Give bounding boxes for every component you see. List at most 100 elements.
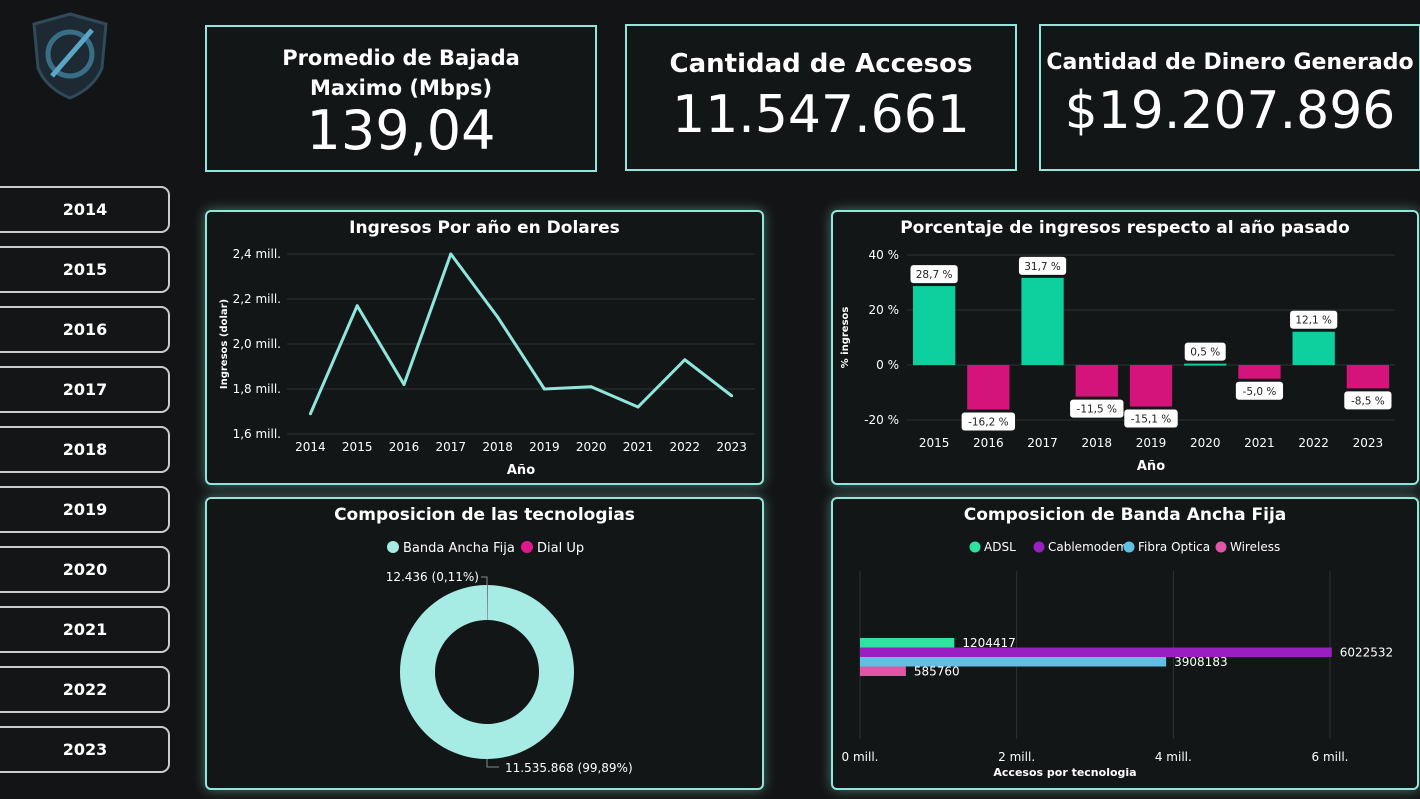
kpi-dinero-value: $19.207.896 — [1064, 81, 1396, 141]
bar — [1129, 365, 1173, 407]
bar — [1238, 365, 1281, 379]
x-tick-label: 2 mill. — [998, 750, 1035, 764]
x-tick-label: 2018 — [1082, 436, 1113, 450]
data-label: 585760 — [914, 665, 960, 679]
y-tick-label: 1,6 mill. — [233, 427, 281, 441]
legend-marker — [1215, 541, 1227, 553]
legend-label: Cablemodem — [1048, 540, 1128, 554]
series-line — [309, 252, 733, 415]
legend-marker — [387, 541, 399, 553]
data-point — [496, 315, 500, 319]
y-tick-label: 2,4 mill. — [233, 247, 281, 261]
y-tick-label: 2,0 mill. — [233, 337, 281, 351]
year-button-2018[interactable]: 2018 — [0, 426, 170, 473]
x-tick-label: 2018 — [482, 440, 513, 454]
leader-line — [486, 759, 499, 768]
year-button-2016[interactable]: 2016 — [0, 306, 170, 353]
ingresos-chart-panel: Ingresos Por año en Dolares 1,6 mill. 1,8… — [205, 210, 764, 485]
year-button-2021[interactable]: 2021 — [0, 606, 170, 653]
x-tick-label: 2019 — [529, 440, 560, 454]
data-point — [308, 412, 312, 416]
bar — [1292, 331, 1335, 365]
data-label: 31,7 % — [1024, 261, 1061, 273]
bar — [912, 286, 956, 365]
x-tick-label: 0 mill. — [842, 750, 879, 764]
x-tick-label: 2020 — [576, 440, 607, 454]
y-tick-label: 20 % — [869, 303, 900, 317]
y-tick-label: 1,8 mill. — [233, 382, 281, 396]
y-tick-label: 2,2 mill. — [233, 292, 281, 306]
data-label: -5,0 % — [1243, 386, 1277, 398]
year-button-2019[interactable]: 2019 — [0, 486, 170, 533]
data-point — [542, 387, 546, 391]
legend-label: Dial Up — [537, 541, 584, 556]
legend-marker — [969, 541, 981, 553]
x-tick-label: 4 mill. — [1155, 750, 1192, 764]
legend-label: Wireless — [1230, 540, 1280, 554]
bar — [860, 657, 1167, 667]
x-tick-label: 2017 — [436, 440, 467, 454]
y-tick-label: -20 % — [864, 413, 899, 427]
bar — [1075, 365, 1118, 397]
x-axis-label: Accesos por tecnologia — [993, 766, 1136, 779]
banda-hbar-chart: ADSL Cablemodem Fibra Optica Wireless 0 mill… — [842, 540, 1394, 779]
x-tick-label: 2015 — [919, 436, 950, 450]
legend-label: Fibra Optica — [1138, 540, 1210, 554]
data-point — [636, 405, 640, 409]
data-label: 6022532 — [1340, 646, 1393, 660]
x-tick-label: 2021 — [623, 440, 654, 454]
data-label: 12,1 % — [1295, 315, 1332, 327]
year-button-2015[interactable]: 2015 — [0, 246, 170, 293]
legend-marker — [1033, 541, 1045, 553]
x-tick-label: 2015 — [342, 440, 373, 454]
porcentaje-bar-chart: -20 % 0 % 20 % 40 % 28,7 % 2015 -16,2 % 2016 31,… — [840, 248, 1395, 474]
y-tick-label: 40 % — [869, 248, 900, 262]
year-button-2017[interactable]: 2017 — [0, 366, 170, 413]
data-point — [449, 252, 453, 256]
tecnologias-chart-panel: Composicion de las tecnologias Banda Anc… — [205, 497, 764, 790]
x-tick-label: 2019 — [1136, 436, 1167, 450]
data-label: -15,1 % — [1131, 414, 1172, 426]
y-axis-label: Ingresos (dolar) — [219, 299, 230, 389]
kpi-accesos-title: Cantidad de Accesos — [669, 49, 973, 79]
x-tick-label: 2020 — [1190, 436, 1221, 450]
x-tick-label: 2016 — [389, 440, 420, 454]
bar — [967, 365, 1010, 410]
leader-line — [481, 576, 488, 585]
x-tick-label: 6 mill. — [1312, 750, 1349, 764]
data-point — [589, 385, 593, 389]
y-tick-label: 0 % — [876, 358, 899, 372]
bar — [860, 647, 1332, 657]
x-tick-label: 2017 — [1027, 436, 1058, 450]
data-label: 28,7 % — [916, 269, 953, 281]
legend-label: Banda Ancha Fija — [403, 541, 515, 556]
data-point — [730, 394, 734, 398]
bar — [860, 666, 906, 676]
bar — [860, 638, 955, 648]
data-point — [402, 383, 406, 386]
x-axis-label: Año — [1137, 459, 1165, 474]
year-button-2014[interactable]: 2014 — [0, 186, 170, 233]
data-label: 12.436 (0,11%) — [386, 570, 479, 584]
data-point — [683, 358, 687, 362]
legend-marker — [521, 541, 533, 553]
porcentaje-chart-panel: Porcentaje de ingresos respecto al año p… — [831, 210, 1419, 485]
x-tick-label: 2023 — [716, 440, 747, 454]
data-label: 0,5 % — [1190, 347, 1220, 359]
year-button-2023[interactable]: 2023 — [0, 726, 170, 773]
year-button-2020[interactable]: 2020 — [0, 546, 170, 593]
y-axis-label: % ingresos — [840, 307, 851, 369]
shield-icon — [32, 12, 108, 100]
legend-marker — [1123, 541, 1135, 553]
x-tick-label: 2016 — [973, 436, 1004, 450]
year-button-2022[interactable]: 2022 — [0, 666, 170, 713]
data-label: -16,2 % — [968, 417, 1009, 429]
x-tick-label: 2021 — [1244, 436, 1275, 450]
kpi-accesos-card: Cantidad de Accesos 11.547.661 — [625, 24, 1017, 171]
data-label: 3908183 — [1174, 655, 1227, 669]
kpi-download-value: 139,04 — [306, 99, 496, 162]
x-tick-label: 2014 — [295, 440, 326, 454]
x-axis-label: Año — [507, 463, 535, 478]
bar — [1184, 363, 1227, 366]
data-label: -8,5 % — [1351, 395, 1385, 407]
